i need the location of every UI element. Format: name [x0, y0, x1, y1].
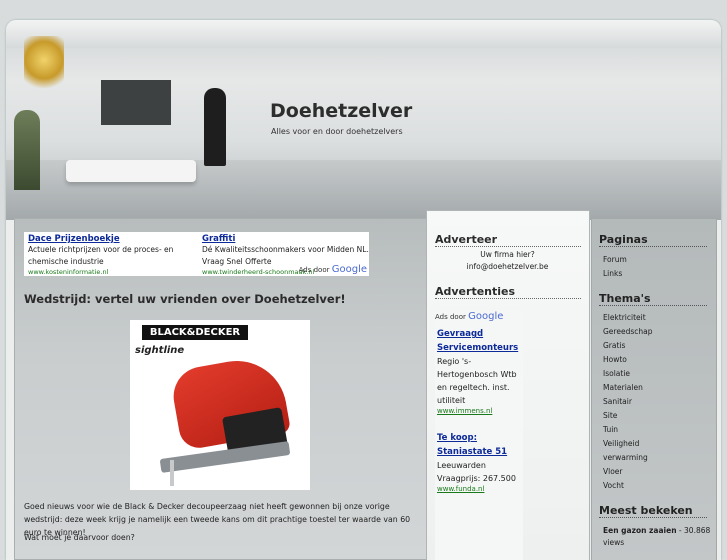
jigsaw-blade [170, 460, 174, 486]
sidebar-link-theme[interactable]: Gratis [603, 339, 652, 353]
sidebar-link-theme[interactable]: verwarming [603, 451, 652, 465]
header-banner: Doehetzelver Alles voor en door doehetze… [6, 20, 721, 220]
ads-by-label: Ads door [298, 266, 330, 274]
site-title[interactable]: Doehetzelver [270, 100, 412, 122]
adverteer-heading: Adverteer [435, 233, 581, 247]
page-frame: Doehetzelver Alles voor en door doehetze… [6, 20, 721, 560]
post-question: Wat moet je daarvoor doen? [24, 533, 135, 542]
middle-column: Adverteer Uw firma hier? info@doehetzelv… [426, 210, 590, 560]
ad-description: Leeuwarden Vraagprijs: 267.500 [437, 461, 516, 483]
banner-sofa [66, 160, 196, 182]
product-image: BLACK&DECKER sightline [130, 320, 310, 490]
sidebar-link-theme[interactable]: Site [603, 409, 652, 423]
banner-chandelier [24, 36, 64, 96]
ad-item: Gevraagd Servicemonteurs Regio 's-Hertog… [437, 327, 523, 415]
paginas-heading: Paginas [599, 233, 707, 247]
sidebar-link-theme[interactable]: Sanitair [603, 395, 652, 409]
sidebar-link-theme[interactable]: Elektriciteit [603, 311, 652, 325]
google-logo: Google [331, 264, 367, 275]
ad-description: Actuele richtprijzen voor de proces- en … [28, 245, 174, 266]
brand-text: BLACK&DECKER [149, 327, 241, 338]
adverteer-email[interactable]: info@doehetzelver.be [435, 261, 580, 273]
main-column: Dace Prijzenboekje Actuele richtprijzen … [14, 218, 428, 560]
google-ad-column: Ads door Google Gevraagd Servicemonteurs… [435, 311, 523, 560]
banner-statue [204, 88, 226, 166]
sidebar-link-theme[interactable]: Tuin [603, 423, 652, 437]
jigsaw-base [159, 441, 291, 473]
ads-by-label: Ads door [435, 313, 466, 321]
most-viewed-link[interactable]: Een gazon zaaien [603, 526, 677, 535]
ad-url-link[interactable]: www.funda.nl [437, 485, 523, 493]
black-decker-logo: BLACK&DECKER [142, 325, 248, 340]
sidebar-link-theme[interactable]: Gereedschap [603, 325, 652, 339]
sightline-logo: sightline [135, 345, 185, 356]
ads-by-google-link[interactable]: Ads door Google [299, 264, 367, 275]
post-title[interactable]: Wedstrijd: vertel uw vrienden over Doehe… [24, 292, 346, 306]
paginas-list: Forum Links [603, 253, 627, 281]
ad-title-link[interactable]: Gevraagd Servicemonteurs [437, 327, 523, 355]
themas-heading: Thema's [599, 292, 707, 306]
ads-by-google-link[interactable]: Ads door Google [435, 311, 503, 322]
ad-title-link[interactable]: Graffiti [202, 234, 372, 244]
sidebar-link-theme[interactable]: Howto [603, 353, 652, 367]
banner-tv-panel [101, 80, 171, 125]
themas-list: Elektriciteit Gereedschap Gratis Howto I… [603, 311, 652, 493]
ad-item: Dace Prijzenboekje Actuele richtprijzen … [28, 234, 198, 276]
most-viewed-item: Een gazon zaaien - 30.868 views [603, 525, 711, 549]
sidebar-link-links[interactable]: Links [603, 267, 627, 281]
ad-description: Regio 's-Hertogenbosch Wtb en regeltech.… [437, 357, 517, 405]
google-logo: Google [468, 311, 504, 322]
google-ad-banner: Dace Prijzenboekje Actuele richtprijzen … [24, 232, 369, 276]
ad-title-link[interactable]: Dace Prijzenboekje [28, 234, 198, 244]
adverteer-text: Uw firma hier? [480, 250, 535, 259]
ad-url-link[interactable]: www.immens.nl [437, 407, 523, 415]
ad-title-link[interactable]: Te koop: Staniastate 51 [437, 431, 523, 459]
advertenties-heading: Advertenties [435, 285, 581, 299]
banner-ceiling [6, 20, 721, 48]
site-subtitle: Alles voor en door doehetzelvers [271, 127, 403, 136]
sidebar-link-theme[interactable]: Vocht [603, 479, 652, 493]
sidebar-link-forum[interactable]: Forum [603, 253, 627, 267]
sidebar-link-theme[interactable]: Veiligheid [603, 437, 652, 451]
banner-plant [14, 110, 40, 190]
sidebar-link-theme[interactable]: Materialen [603, 381, 652, 395]
sidebar-link-theme[interactable]: Isolatie [603, 367, 652, 381]
ad-url-link[interactable]: www.kosteninformatie.nl [28, 268, 198, 276]
right-sidebar: Paginas Forum Links Thema's Elektricitei… [591, 218, 717, 560]
sidebar-link-theme[interactable]: Vloer [603, 465, 652, 479]
ad-item: Te koop: Staniastate 51 Leeuwarden Vraag… [437, 431, 523, 493]
meest-bekeken-heading: Meest bekeken [599, 504, 707, 518]
